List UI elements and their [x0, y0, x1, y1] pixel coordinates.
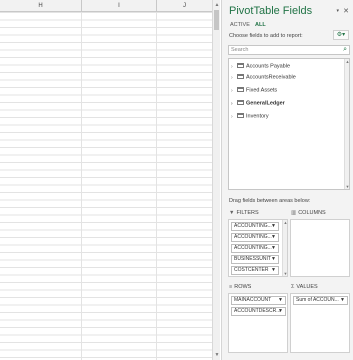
row-field-pill[interactable]: MAINACCOUNT ▼ — [231, 296, 286, 305]
column-header-h[interactable]: H — [0, 0, 82, 12]
app-window: H I J ▲ ▼ PivotTable Fields ▾ ✕ ACTIVE A… — [0, 0, 353, 360]
column-header-i[interactable]: I — [82, 0, 157, 12]
filters-area-header: ▼ FILTERS — [229, 210, 259, 216]
filter-field-pill[interactable]: ACCOUNTING... ▼ — [231, 222, 279, 231]
scroll-up-arrow-icon[interactable]: ▲ — [345, 59, 350, 64]
filter-field-pill[interactable]: ACCOUNTING... ▼ — [231, 233, 279, 242]
dropdown-icon[interactable]: ▼ — [271, 234, 276, 241]
rows-area-header: ≡ ROWS — [229, 284, 252, 290]
table-icon — [237, 74, 244, 79]
tab-active[interactable]: ACTIVE — [230, 22, 250, 28]
dropdown-icon[interactable]: ▼ — [271, 267, 276, 274]
scroll-down-arrow-icon[interactable]: ▼ — [345, 184, 350, 189]
tab-all[interactable]: ALL — [255, 22, 266, 28]
search-input[interactable]: Search ⌕ — [228, 45, 350, 55]
pivottable-fields-pane: PivotTable Fields ▾ ✕ ACTIVE ALL Choose … — [221, 0, 353, 360]
column-header-bar: H I J — [0, 0, 212, 12]
filters-scrollbar[interactable]: ▲ ▼ — [282, 220, 287, 276]
row-field-pill[interactable]: ACCOUNTDESCR... ▼ — [231, 307, 286, 316]
search-icon[interactable]: ⌕ — [343, 46, 347, 54]
pane-title: PivotTable Fields — [229, 5, 313, 17]
table-icon — [237, 63, 244, 68]
pane-options-chevron-icon[interactable]: ▾ — [336, 8, 339, 14]
scroll-up-arrow-icon[interactable]: ▲ — [283, 220, 288, 225]
columns-area-header: ▥ COLUMNS — [291, 210, 326, 216]
values-area[interactable]: Sum of ACCOUN... ▼ — [290, 293, 350, 353]
spreadsheet-grid[interactable]: H I J — [0, 0, 212, 360]
field-list-item[interactable]: › GeneralLedger — [231, 100, 285, 108]
field-list-item[interactable]: › Accounts Payable — [231, 63, 290, 71]
value-field-pill[interactable]: Sum of ACCOUN... ▼ — [293, 296, 348, 305]
dropdown-icon[interactable]: ▼ — [271, 245, 276, 252]
columns-area[interactable] — [290, 219, 350, 277]
field-list[interactable]: › Accounts Payable › AccountsReceivable › F… — [228, 58, 350, 190]
filter-field-pill[interactable]: ACCOUNTING... ▼ — [231, 244, 279, 253]
values-area-header: Σ VALUES — [291, 284, 318, 290]
dropdown-icon[interactable]: ▼ — [278, 308, 283, 315]
gear-icon[interactable]: ⚙▾ — [333, 30, 349, 40]
close-icon[interactable]: ✕ — [343, 7, 349, 15]
filters-area[interactable]: ACCOUNTING... ▼ ACCOUNTING... ▼ ACCOUNTING… — [228, 219, 288, 277]
rows-area[interactable]: MAINACCOUNT ▼ ACCOUNTDESCR... ▼ — [228, 293, 288, 353]
dropdown-icon[interactable]: ▼ — [271, 223, 276, 230]
dropdown-icon[interactable]: ▼ — [340, 297, 345, 304]
search-placeholder: Search — [231, 47, 249, 53]
rows-icon: ≡ — [229, 284, 233, 290]
columns-icon: ▥ — [291, 210, 297, 216]
scroll-thumb[interactable] — [214, 10, 219, 30]
dropdown-icon[interactable]: ▼ — [278, 297, 283, 304]
field-list-item[interactable]: › Fixed Assets — [231, 87, 277, 95]
scroll-up-arrow-icon[interactable]: ▲ — [214, 1, 220, 9]
filter-field-pill[interactable]: COSTCENTER ▼ — [231, 266, 279, 275]
field-list-item[interactable]: › AccountsReceivable — [231, 74, 296, 82]
scroll-down-arrow-icon[interactable]: ▼ — [214, 351, 220, 359]
filter-field-pill[interactable]: BUSINESSUNIT ▼ — [231, 255, 279, 264]
choose-fields-label: Choose fields to add to report: — [229, 33, 303, 39]
filter-icon: ▼ — [229, 210, 235, 216]
column-header-j[interactable]: J — [157, 0, 212, 12]
table-icon — [237, 87, 244, 92]
dropdown-icon[interactable]: ▼ — [271, 256, 276, 263]
table-icon — [237, 113, 244, 118]
sheet-vertical-scrollbar[interactable]: ▲ ▼ — [212, 0, 220, 360]
table-icon — [237, 100, 244, 105]
drag-fields-label: Drag fields between areas below: — [229, 198, 311, 204]
sigma-icon: Σ — [291, 284, 295, 290]
field-list-item[interactable]: › Inventory — [231, 113, 269, 121]
field-list-scrollbar[interactable]: ▲ ▼ — [344, 59, 349, 189]
scroll-down-arrow-icon[interactable]: ▼ — [283, 271, 288, 276]
cell-grid[interactable] — [0, 12, 212, 360]
